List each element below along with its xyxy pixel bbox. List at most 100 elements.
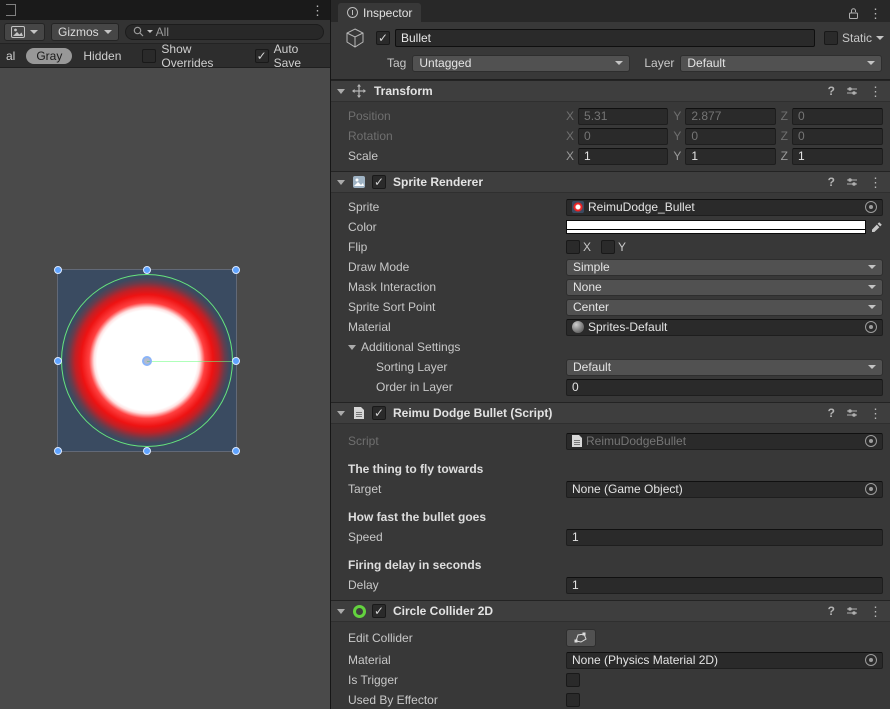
draw-mode-dropdown[interactable]: Simple bbox=[566, 258, 883, 276]
foldout-icon[interactable] bbox=[337, 410, 345, 416]
sprite-renderer-header[interactable]: ✓ Sprite Renderer ? ⋮ bbox=[331, 171, 890, 193]
inspector-menu-kebab-icon[interactable]: ⋮ bbox=[869, 7, 882, 20]
scene-menu-kebab-icon[interactable]: ⋮ bbox=[311, 4, 324, 17]
foldout-icon[interactable] bbox=[337, 179, 345, 185]
tag-dropdown[interactable]: Untagged bbox=[412, 54, 631, 72]
scene-search-input[interactable]: All bbox=[124, 23, 324, 40]
speed-field[interactable]: 1 bbox=[566, 528, 883, 546]
sprite-sort-point-dropdown[interactable]: Center bbox=[566, 298, 883, 316]
scale-y-field[interactable]: 1 bbox=[685, 147, 776, 165]
mask-interaction-dropdown[interactable]: None bbox=[566, 278, 883, 296]
used-by-effector-checkbox[interactable] bbox=[566, 693, 580, 707]
transform-header[interactable]: Transform ? ⋮ bbox=[331, 80, 890, 102]
show-overrides-checkbox[interactable] bbox=[142, 48, 157, 63]
position-y-field[interactable]: 2.877 bbox=[685, 107, 776, 125]
object-picker-icon[interactable] bbox=[865, 201, 877, 213]
kebab-icon[interactable]: ⋮ bbox=[869, 407, 882, 420]
sprite-sort-point-label: Sprite Sort Point bbox=[348, 300, 436, 314]
script-file-icon bbox=[572, 435, 582, 447]
edit-collider-button[interactable] bbox=[566, 629, 596, 647]
object-picker-icon[interactable] bbox=[865, 435, 877, 447]
color-swatch[interactable] bbox=[566, 220, 866, 234]
presets-icon[interactable] bbox=[846, 176, 858, 188]
selection-handle[interactable] bbox=[232, 356, 240, 365]
static-dropdown[interactable]: Static bbox=[823, 31, 884, 45]
transform-component: Transform ? ⋮ Position X5.31 Y2.877 Z0 bbox=[331, 80, 890, 171]
selection-handle[interactable] bbox=[232, 447, 240, 455]
presets-icon[interactable] bbox=[846, 85, 858, 97]
gameobject-active-checkbox[interactable]: ✓ bbox=[376, 31, 390, 45]
sorting-layer-dropdown[interactable]: Default bbox=[566, 358, 883, 376]
script-enabled-checkbox[interactable]: ✓ bbox=[372, 406, 386, 420]
physics-material-object-field[interactable]: None (Physics Material 2D) bbox=[566, 651, 883, 669]
object-picker-icon[interactable] bbox=[865, 483, 877, 495]
static-checkbox[interactable] bbox=[823, 31, 838, 45]
material-thumbnail-icon bbox=[572, 321, 584, 333]
flip-x-checkbox[interactable] bbox=[566, 240, 580, 254]
flip-y-checkbox[interactable] bbox=[601, 240, 616, 254]
help-icon[interactable]: ? bbox=[828, 175, 835, 189]
material-value: Sprites-Default bbox=[588, 320, 668, 334]
kebab-icon[interactable]: ⋮ bbox=[869, 605, 882, 618]
gizmos-dropdown[interactable]: Gizmos bbox=[51, 22, 119, 41]
presets-icon[interactable] bbox=[846, 605, 858, 617]
layer-dropdown[interactable]: Default bbox=[680, 54, 882, 72]
kebab-icon[interactable]: ⋮ bbox=[869, 85, 882, 98]
search-icon bbox=[133, 26, 144, 37]
bullet-sprite[interactable] bbox=[54, 266, 240, 455]
pivot-gizmo[interactable] bbox=[142, 355, 152, 366]
is-trigger-checkbox[interactable] bbox=[566, 673, 580, 687]
foldout-icon[interactable] bbox=[348, 344, 356, 350]
target-value: None (Game Object) bbox=[572, 482, 683, 496]
help-icon[interactable]: ? bbox=[828, 84, 835, 98]
show-overrides-label: Show Overrides bbox=[161, 41, 214, 70]
selection-handle[interactable] bbox=[143, 266, 151, 274]
show-overrides-toggle[interactable]: Show Overrides bbox=[142, 42, 239, 70]
circle-collider-enabled-checkbox[interactable]: ✓ bbox=[372, 604, 386, 618]
kebab-icon[interactable]: ⋮ bbox=[869, 176, 882, 189]
scene-view-pane: ⋮ Gizmos All al Gray Hidden Show Overrid… bbox=[0, 0, 330, 709]
material-object-field[interactable]: Sprites-Default bbox=[566, 318, 883, 336]
shading-mode-dropdown[interactable] bbox=[4, 22, 45, 41]
object-picker-icon[interactable] bbox=[865, 321, 877, 333]
sprite-renderer-enabled-checkbox[interactable]: ✓ bbox=[372, 175, 386, 189]
foldout-icon[interactable] bbox=[337, 608, 345, 614]
position-z-field[interactable]: 0 bbox=[792, 107, 883, 125]
gameobject-name-input[interactable] bbox=[395, 29, 815, 47]
selection-handle[interactable] bbox=[232, 266, 240, 274]
order-in-layer-field[interactable]: 0 bbox=[566, 378, 883, 396]
script-object-field[interactable]: ReimuDodgeBullet bbox=[566, 432, 883, 450]
additional-settings-foldout[interactable]: Additional Settings bbox=[331, 337, 890, 357]
cut-off-tool-icon[interactable] bbox=[6, 4, 16, 16]
auto-save-toggle[interactable]: ✓ Auto Save bbox=[254, 42, 324, 70]
rotation-y-field[interactable]: 0 bbox=[685, 127, 776, 145]
help-icon[interactable]: ? bbox=[828, 406, 835, 420]
foldout-icon[interactable] bbox=[337, 88, 345, 94]
auto-save-checkbox[interactable]: ✓ bbox=[254, 48, 269, 63]
rotation-x-field[interactable]: 0 bbox=[578, 127, 669, 145]
scale-z-field[interactable]: 1 bbox=[792, 147, 883, 165]
rotation-z-field[interactable]: 0 bbox=[792, 127, 883, 145]
position-x-field[interactable]: 5.31 bbox=[578, 107, 669, 125]
selection-handle[interactable] bbox=[54, 356, 62, 365]
target-object-field[interactable]: None (Game Object) bbox=[566, 480, 883, 498]
lock-icon[interactable] bbox=[848, 7, 859, 20]
tab-inspector[interactable]: Inspector bbox=[338, 3, 422, 22]
selection-handle[interactable] bbox=[54, 447, 62, 455]
script-component-header[interactable]: ✓ Reimu Dodge Bullet (Script) ? ⋮ bbox=[331, 402, 890, 424]
object-picker-icon[interactable] bbox=[865, 654, 877, 666]
help-icon[interactable]: ? bbox=[828, 604, 835, 618]
prefab-context-gray-button[interactable]: Gray bbox=[26, 47, 73, 64]
prefab-context-normal-button[interactable]: al bbox=[6, 49, 15, 63]
circle-collider-header[interactable]: ✓ Circle Collider 2D ? ⋮ bbox=[331, 600, 890, 622]
prefab-context-hidden-button[interactable]: Hidden bbox=[83, 49, 121, 63]
eyedropper-icon[interactable] bbox=[871, 221, 883, 233]
delay-field[interactable]: 1 bbox=[566, 576, 883, 594]
presets-icon[interactable] bbox=[846, 407, 858, 419]
scale-x-field[interactable]: 1 bbox=[578, 147, 669, 165]
selection-handle[interactable] bbox=[54, 266, 62, 274]
sprite-object-field[interactable]: ReimuDodge_Bullet bbox=[566, 198, 883, 216]
selection-handle[interactable] bbox=[143, 447, 151, 455]
scene-viewport[interactable] bbox=[0, 69, 330, 709]
gameobject-cube-icon bbox=[343, 27, 367, 49]
